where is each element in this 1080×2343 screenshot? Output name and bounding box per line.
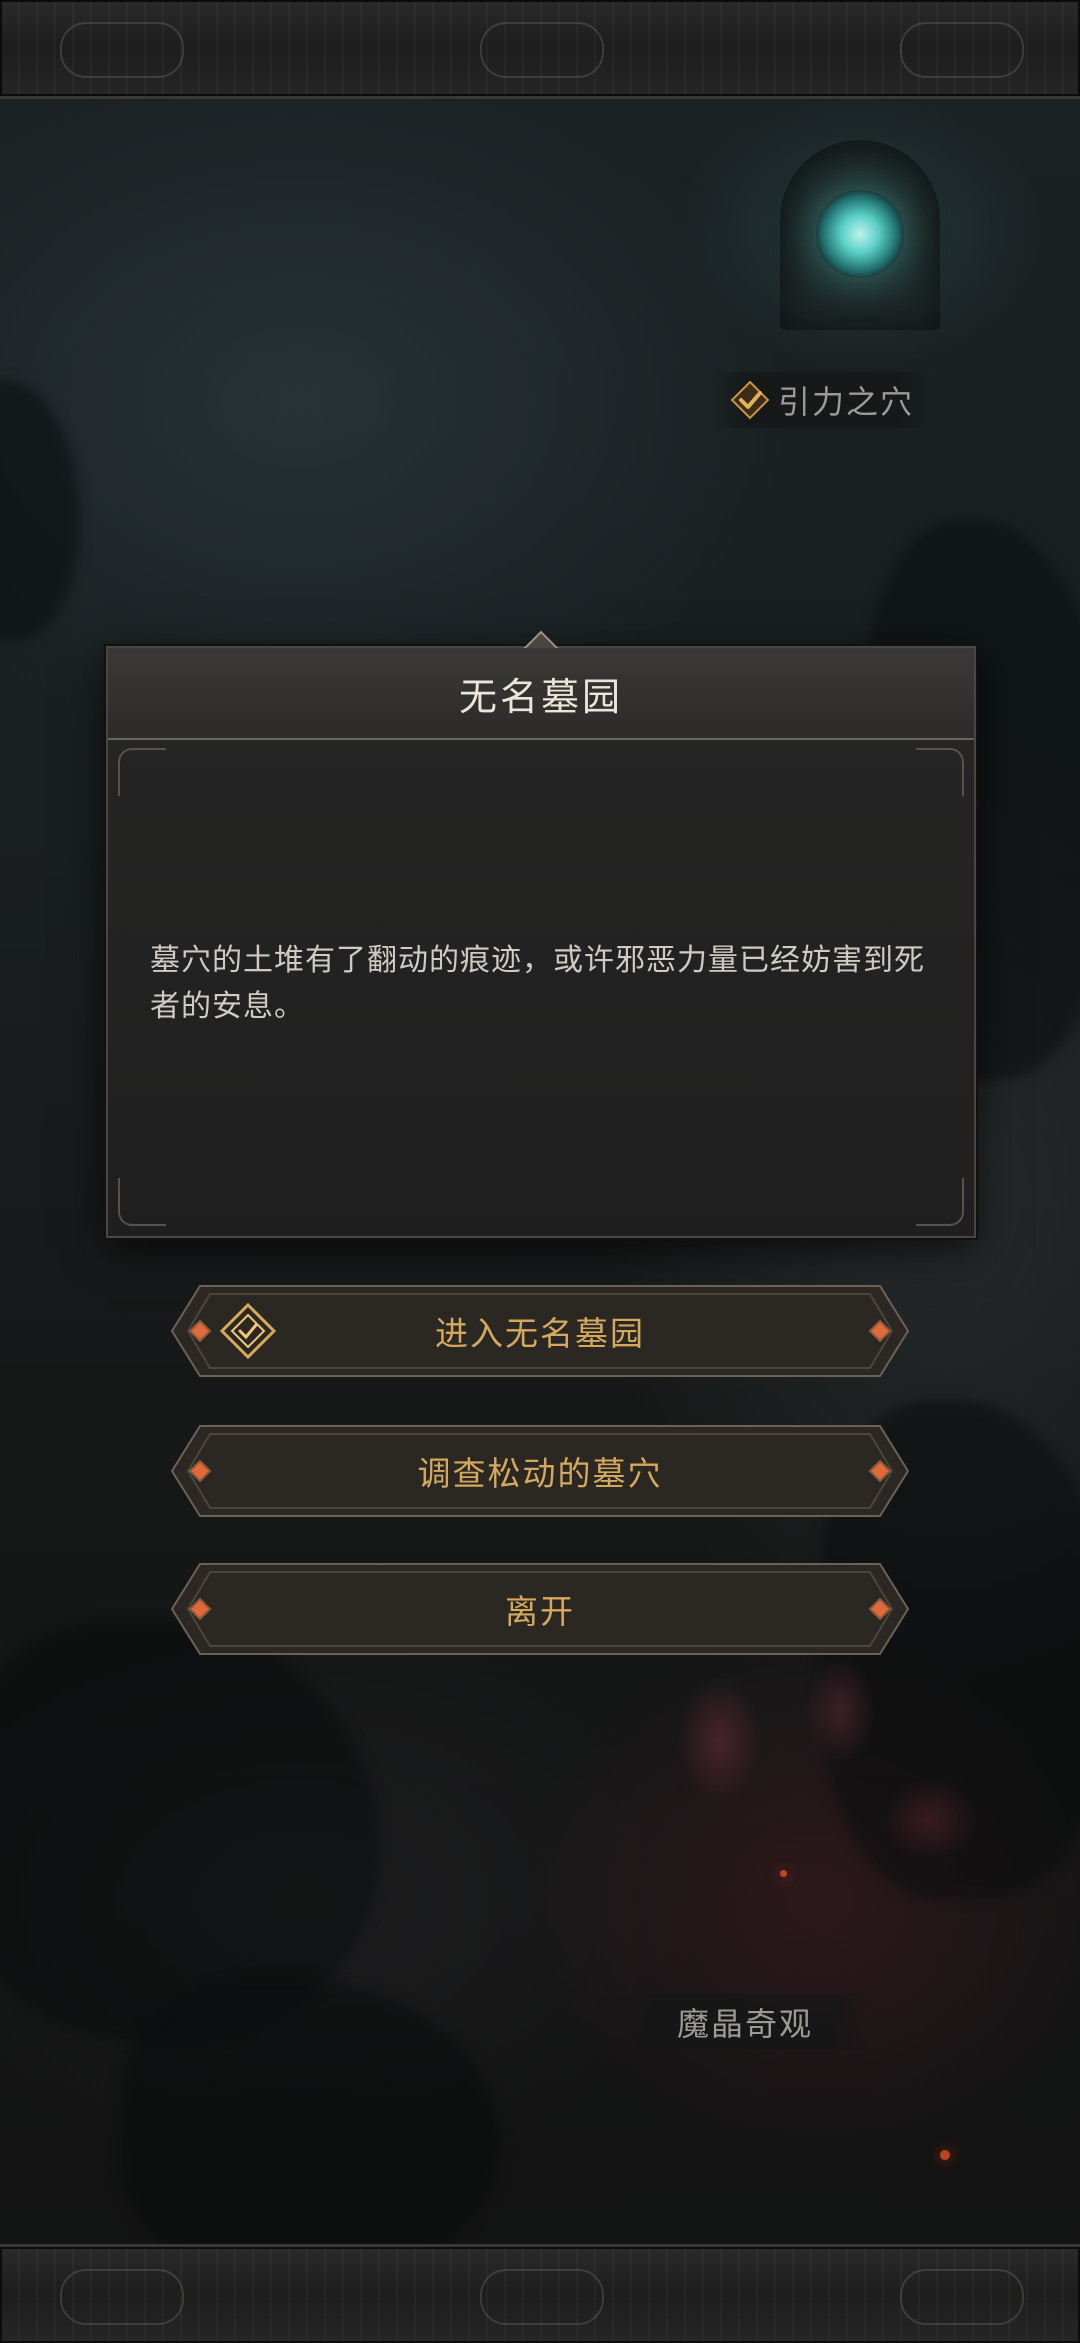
corner-ornament — [118, 1178, 166, 1226]
portal-swirl-icon — [816, 190, 904, 278]
corner-ornament — [118, 748, 166, 796]
bottom-ornament-frame — [0, 2244, 1080, 2343]
investigate-grave-button[interactable]: 调查松动的墓穴 — [170, 1424, 910, 1518]
enter-graveyard-button[interactable]: 进入无名墓园 — [170, 1284, 910, 1378]
corner-ornament — [916, 748, 964, 796]
leave-button[interactable]: 离开 — [170, 1562, 910, 1656]
event-dialog: 无名墓园 墓穴的土堆有了翻动的痕迹，或许邪恶力量已经妨害到死者的安息。 — [106, 630, 976, 1238]
map-node-label: 魔晶奇观 — [676, 2005, 813, 2043]
crystal-cluster — [600, 1620, 1020, 1920]
option-label: 调查松动的墓穴 — [417, 1454, 663, 1493]
corner-ornament — [916, 1178, 964, 1226]
event-description: 墓穴的土堆有了翻动的痕迹，或许邪恶力量已经妨害到死者的安息。 — [150, 943, 925, 1024]
map-node-gravity-hole[interactable]: 引力之穴 — [712, 372, 933, 428]
dialog-title: 无名墓园 — [458, 674, 623, 719]
option-label: 进入无名墓园 — [435, 1314, 645, 1353]
dialog-header: 无名墓园 — [108, 648, 974, 740]
map-node-crystal-wonder[interactable]: 魔晶奇观 — [620, 1994, 870, 2050]
map-node-label: 引力之穴 — [778, 383, 915, 421]
check-icon — [730, 380, 770, 420]
option-label: 离开 — [505, 1592, 575, 1631]
top-ornament-frame — [0, 0, 1080, 99]
